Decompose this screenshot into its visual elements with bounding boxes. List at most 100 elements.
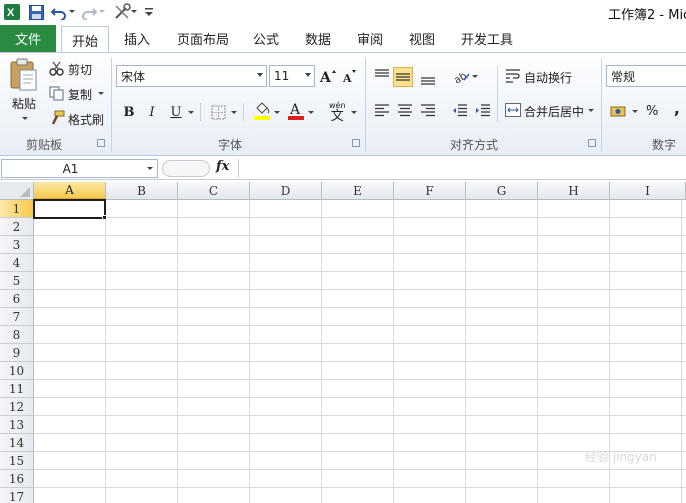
increase-indent-icon[interactable] — [473, 101, 493, 121]
row-header-5[interactable]: 5 — [0, 272, 34, 290]
tools-dropdown-icon[interactable] — [131, 10, 137, 13]
formula-input[interactable] — [238, 159, 686, 178]
alignment-launcher-icon[interactable] — [588, 139, 596, 147]
row-header-2[interactable]: 2 — [0, 218, 34, 236]
tab-formulas[interactable]: 公式 — [253, 25, 279, 52]
underline-button[interactable]: U — [166, 102, 186, 122]
fill-handle[interactable] — [102, 215, 107, 220]
copy-dropdown-icon[interactable] — [98, 92, 104, 95]
row-header-12[interactable]: 12 — [0, 398, 34, 416]
alignment-group-label: 对齐方式 — [450, 138, 499, 152]
save-icon[interactable] — [26, 2, 46, 22]
align-bottom-icon[interactable] — [418, 68, 438, 88]
gridline-horizontal — [34, 289, 686, 290]
paste-button[interactable]: 粘贴 — [12, 95, 36, 112]
merge-center-button[interactable]: 合并后居中 — [524, 103, 584, 120]
copy-button[interactable]: 复制 — [68, 86, 92, 103]
select-all-button[interactable] — [0, 182, 34, 200]
clipboard-launcher-icon[interactable] — [97, 139, 105, 147]
phonetic-guide-icon[interactable]: wén 文 — [329, 101, 346, 123]
increase-font-icon[interactable]: A — [318, 66, 338, 86]
column-header-e[interactable]: E — [322, 182, 394, 200]
tab-review[interactable]: 审阅 — [357, 25, 383, 52]
merge-dropdown-icon[interactable] — [588, 109, 594, 112]
row-header-9[interactable]: 9 — [0, 344, 34, 362]
fill-color-dropdown-icon[interactable] — [274, 111, 280, 114]
phonetic-dropdown-icon[interactable] — [351, 111, 357, 114]
number-format-combo[interactable]: 常规 — [606, 65, 686, 87]
redo-icon[interactable] — [79, 2, 99, 22]
fill-color-icon[interactable] — [252, 100, 272, 120]
accounting-dropdown-icon[interactable] — [632, 110, 638, 113]
tab-view[interactable]: 视图 — [409, 25, 435, 52]
row-header-3[interactable]: 3 — [0, 236, 34, 254]
row-header-15[interactable]: 15 — [0, 452, 34, 470]
align-left-icon[interactable] — [372, 101, 392, 121]
align-center-icon[interactable] — [395, 101, 415, 121]
undo-icon[interactable] — [49, 2, 69, 22]
row-header-17[interactable]: 17 — [0, 488, 34, 503]
row-header-11[interactable]: 11 — [0, 380, 34, 398]
format-painter-button[interactable]: 格式刷 — [68, 111, 104, 128]
redo-dropdown-icon[interactable] — [99, 10, 105, 13]
insert-function-button[interactable]: fx — [216, 159, 229, 174]
decrease-font-icon[interactable]: A — [340, 66, 360, 86]
name-box[interactable]: A1 — [1, 159, 158, 178]
gridline-horizontal — [34, 379, 686, 380]
cut-button[interactable]: 剪切 — [68, 61, 92, 78]
customize-icon[interactable] — [139, 2, 159, 22]
undo-dropdown-icon[interactable] — [69, 10, 75, 13]
bold-button[interactable]: B — [119, 102, 139, 122]
align-top-icon[interactable] — [372, 66, 392, 86]
row-header-8[interactable]: 8 — [0, 326, 34, 344]
row-header-13[interactable]: 13 — [0, 416, 34, 434]
tab-home[interactable]: 开始 — [61, 26, 109, 53]
column-header-a[interactable]: A — [34, 182, 106, 200]
column-header-d[interactable]: D — [250, 182, 322, 200]
column-header-g[interactable]: G — [466, 182, 538, 200]
tab-file[interactable]: 文件 — [0, 25, 56, 52]
italic-button[interactable]: I — [142, 102, 162, 122]
orientation-dropdown-icon[interactable] — [472, 75, 478, 78]
tab-data[interactable]: 数据 — [305, 25, 331, 52]
gridline-horizontal — [34, 235, 686, 236]
borders-icon[interactable] — [208, 102, 228, 122]
font-size-combo[interactable]: 11 — [269, 65, 315, 87]
paste-icon[interactable] — [9, 58, 39, 95]
decrease-indent-icon[interactable] — [450, 101, 470, 121]
row-header-6[interactable]: 6 — [0, 290, 34, 308]
tab-insert[interactable]: 插入 — [124, 25, 150, 52]
tab-page-layout[interactable]: 页面布局 — [177, 25, 229, 52]
row-header-4[interactable]: 4 — [0, 254, 34, 272]
font-color-icon[interactable]: A — [286, 100, 306, 120]
tools-icon[interactable] — [112, 2, 132, 22]
active-cell-a1[interactable] — [33, 199, 106, 219]
comma-style-button[interactable]: , — [674, 100, 680, 118]
wrap-text-button[interactable]: 自动换行 — [524, 69, 572, 86]
orientation-icon[interactable]: ab — [451, 66, 471, 86]
row-header-7[interactable]: 7 — [0, 308, 34, 326]
font-launcher-icon[interactable] — [352, 139, 360, 147]
column-header-i[interactable]: I — [610, 182, 686, 200]
column-header-c[interactable]: C — [178, 182, 250, 200]
borders-dropdown-icon[interactable] — [231, 111, 237, 114]
excel-logo-icon[interactable]: X — [2, 2, 22, 22]
row-header-16[interactable]: 16 — [0, 470, 34, 488]
font-color-dropdown-icon[interactable] — [308, 111, 314, 114]
align-middle-icon[interactable] — [393, 67, 413, 87]
row-header-1[interactable]: 1 — [0, 200, 34, 218]
name-box-dropdown-icon[interactable] — [147, 167, 153, 170]
paste-dropdown-icon[interactable] — [22, 117, 28, 120]
row-header-14[interactable]: 14 — [0, 434, 34, 452]
percent-style-button[interactable]: % — [646, 104, 658, 119]
formula-bar-divider-handle[interactable] — [162, 160, 210, 177]
accounting-format-icon[interactable] — [609, 101, 629, 121]
underline-dropdown-icon[interactable] — [188, 111, 194, 114]
align-right-icon[interactable] — [418, 101, 438, 121]
font-name-combo[interactable]: 宋体 — [116, 65, 267, 87]
row-header-10[interactable]: 10 — [0, 362, 34, 380]
column-header-b[interactable]: B — [106, 182, 178, 200]
column-header-f[interactable]: F — [394, 182, 466, 200]
tab-developer[interactable]: 开发工具 — [461, 25, 513, 52]
column-header-h[interactable]: H — [538, 182, 610, 200]
